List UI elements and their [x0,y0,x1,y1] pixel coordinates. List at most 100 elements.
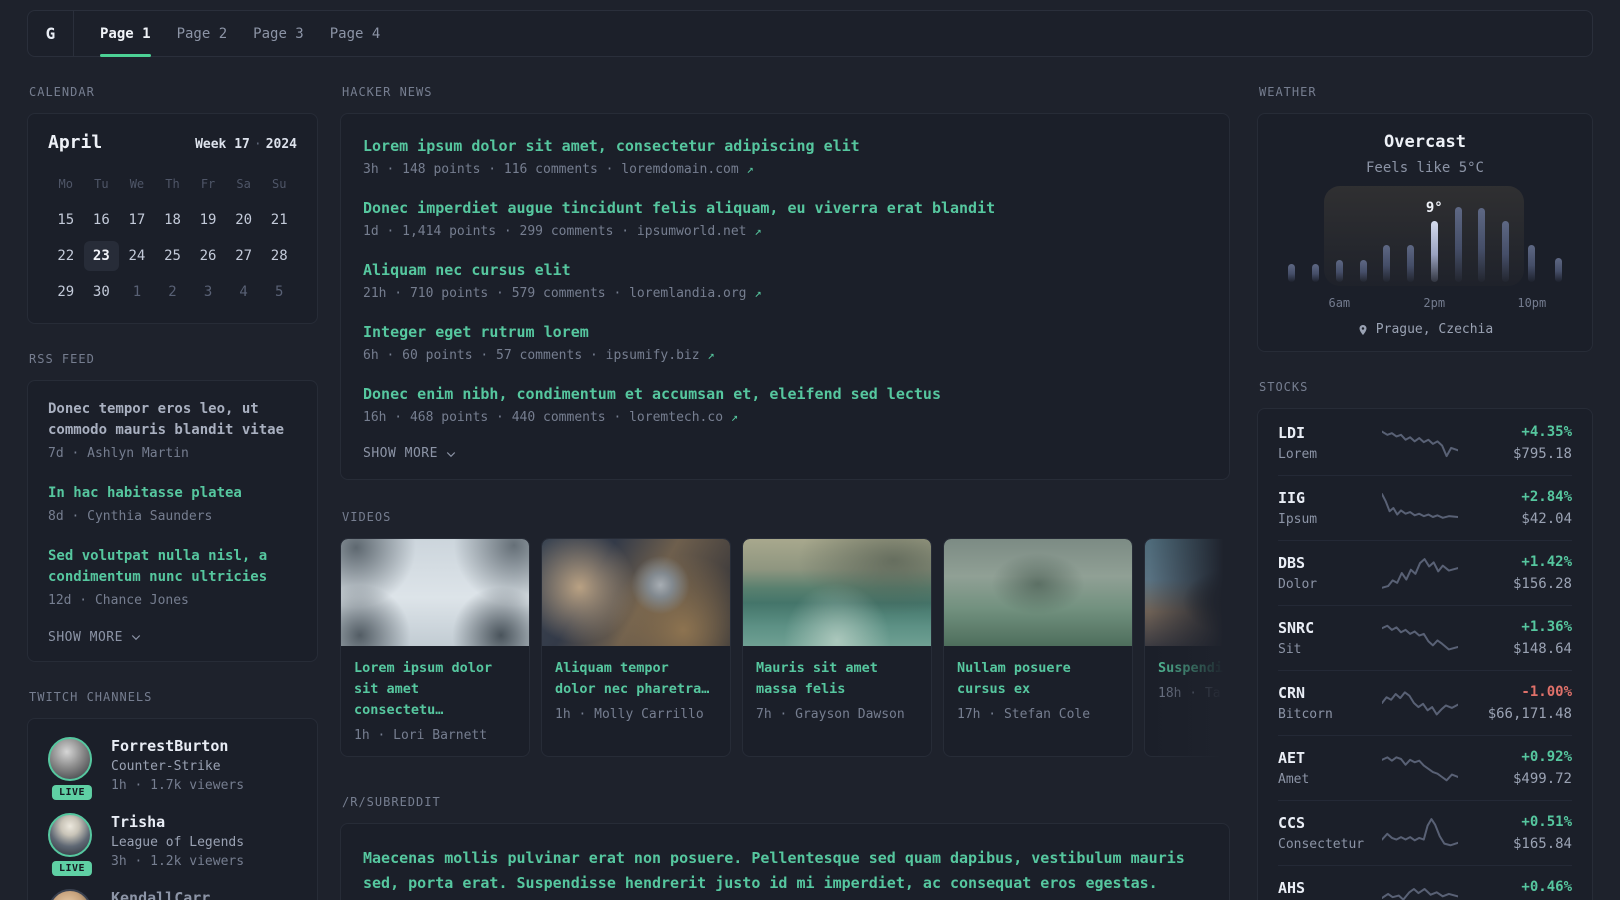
weather-hourly-chart: 6am 9° 2pm 10pm [1280,186,1570,310]
twitch-channel: LIVE Trisha League of Legends 3h · 1.2k … [48,812,297,876]
video-thumbnail[interactable] [944,539,1132,646]
channel-avatar[interactable] [48,736,92,781]
stock-price: $165.84 [1512,836,1572,852]
hn-story-meta: 3h · 148 points · 116 comments · loremdo… [363,162,754,177]
hn-story-title[interactable]: Lorem ipsum dolor sit amet, consectetur … [363,136,1207,157]
video-thumbnail[interactable] [542,539,730,646]
channel-name[interactable]: Trisha [111,813,244,831]
video-card: Mauris sit amet massa felis 7h · Grayson… [742,538,932,757]
dashboard-app: G Page 1 Page 2 Page 3 Page 4 CALENDAR A… [0,0,1620,900]
external-link-icon: ↗ [730,410,739,424]
hn-story: Integer eget rutrum lorem 6h · 60 points… [363,322,1207,363]
weekday-label: Mo [58,177,73,191]
rss-item-title[interactable]: In hac habitasse platea [48,483,297,504]
stock-sparkline [1380,814,1460,852]
weather-bar [1501,221,1509,282]
video-thumbnail[interactable] [1145,539,1230,646]
stock-ticker[interactable]: LDI [1278,424,1380,442]
stock-ticker[interactable]: CCS [1278,814,1380,832]
channel-name[interactable]: KendallCarr [111,889,210,900]
stock-price: $499.72 [1512,771,1572,787]
video-title[interactable]: Suspendisse diam [1158,658,1230,679]
rss-item-meta: 8d · Cynthia Saunders [48,508,213,524]
rss-item-title[interactable]: Sed volutpat nulla nisl, a condimentum n… [48,546,297,588]
stock-row: IIG Ipsum +2.84% $42.04 [1278,475,1572,540]
video-thumbnail[interactable] [341,539,529,646]
twitch-avatar-wrap: LIVE [48,736,96,800]
hn-story-meta: 6h · 60 points · 57 comments · ipsumify.… [363,348,715,363]
tab-page-2[interactable]: Page 2 [177,11,228,56]
video-title[interactable]: Lorem ipsum dolor sit amet consectetu… [354,658,516,721]
stock-row: AHS +0.46% [1278,865,1572,900]
video-title[interactable]: Mauris sit amet massa felis [756,658,918,700]
calendar-week-year: Week 17 · 2024 [195,137,297,152]
hn-story-title[interactable]: Aliquam nec cursus elit [363,260,1207,281]
stock-row: DBS Dolor +1.42% $156.28 [1278,540,1572,605]
channel-name[interactable]: ForrestBurton [111,737,244,755]
tab-page-1[interactable]: Page 1 [100,11,151,57]
video-card: Lorem ipsum dolor sit amet consectetu… 1… [340,538,530,757]
calendar-day-muted: 4 [239,284,248,300]
stock-sparkline [1380,684,1460,722]
stock-sparkline [1380,749,1460,787]
external-link-icon: ↗ [754,286,762,300]
stock-change: +1.42% [1521,554,1572,570]
weather-time-label: 2pm [1423,296,1446,310]
weather-bar [1554,258,1562,282]
stock-ticker[interactable]: SNRC [1278,619,1380,637]
stock-sparkline [1380,489,1460,527]
rss-item-title[interactable]: Donec tempor eros leo, ut commodo mauris… [48,399,297,441]
stock-ticker[interactable]: DBS [1278,554,1380,572]
weather-bar [1454,207,1462,282]
hn-show-more-button[interactable]: SHOW MORE [363,446,1207,461]
calendar-day: 29 [57,284,75,300]
weather-bar-cell [1494,188,1518,310]
stock-sparkline [1380,424,1460,462]
hn-story-title[interactable]: Integer eget rutrum lorem [363,322,1207,343]
twitch-avatar-wrap [48,888,96,900]
calendar-day: 20 [235,212,253,228]
calendar-day: 24 [128,248,146,264]
calendar-day-selected: 23 [83,241,120,271]
page-tabs: Page 1 Page 2 Page 3 Page 4 [74,11,381,57]
stock-ticker[interactable]: CRN [1278,684,1380,702]
weather-bar-cell: 9° 2pm [1422,188,1446,310]
rss-show-more-button[interactable]: SHOW MORE [48,630,297,645]
tab-page-4[interactable]: Page 4 [330,11,381,56]
calendar-day: 21 [270,212,288,228]
stock-ticker[interactable]: AHS [1278,879,1380,897]
calendar-day: 22 [57,248,75,264]
live-badge: LIVE [51,860,93,876]
video-title[interactable]: Aliquam tempor dolor nec pharetra… [555,658,717,700]
calendar-day: 28 [270,248,288,264]
calendar-day-muted: 3 [203,284,213,300]
stock-ticker[interactable]: IIG [1278,489,1380,507]
tab-page-3[interactable]: Page 3 [253,11,304,56]
hn-story-meta: 21h · 710 points · 579 comments · loreml… [363,286,762,301]
stock-ticker[interactable]: AET [1278,749,1380,767]
calendar-day: 27 [235,248,253,264]
hn-story: Lorem ipsum dolor sit amet, consectetur … [363,136,1207,177]
video-card: Suspendisse diam 18h · Tara [1144,538,1230,757]
reddit-post-title[interactable]: Maecenas mollis pulvinar erat non posuer… [363,846,1207,897]
hn-story-title[interactable]: Donec enim nibh, condimentum et accumsan… [363,384,1207,405]
twitch-channel: KendallCarr [48,888,297,900]
weather-bar [1312,264,1320,282]
video-thumbnail[interactable] [743,539,931,646]
calendar-day: 17 [128,212,146,228]
hackernews-widget: Lorem ipsum dolor sit amet, consectetur … [340,113,1230,480]
channel-avatar[interactable] [48,812,92,857]
stock-name: Ipsum [1278,512,1318,527]
stock-row: SNRC Sit +1.36% $148.64 [1278,605,1572,670]
calendar-day: 16 [92,212,110,228]
stock-name: Dolor [1278,577,1318,592]
app-logo[interactable]: G [28,11,74,56]
hn-story: Aliquam nec cursus elit 21h · 710 points… [363,260,1207,301]
weather-bar-cell [1546,188,1570,310]
hn-story-title[interactable]: Donec imperdiet augue tincidunt felis al… [363,198,1207,219]
chevron-down-icon [131,635,141,641]
calendar-day: 30 [92,284,110,300]
video-title[interactable]: Nullam posuere cursus ex [957,658,1119,700]
weather-bar-cell [1304,188,1328,310]
channel-avatar[interactable] [48,888,92,900]
